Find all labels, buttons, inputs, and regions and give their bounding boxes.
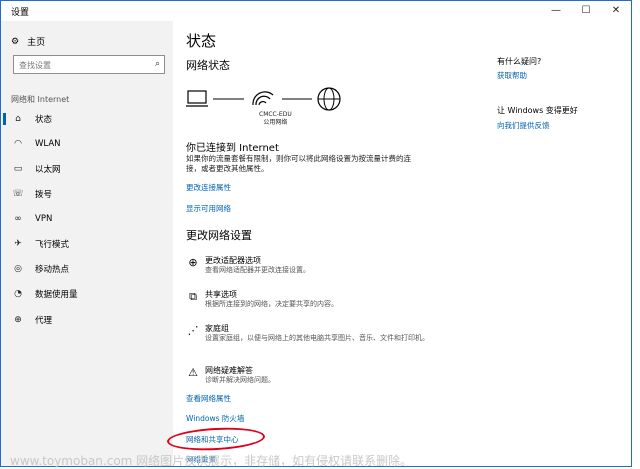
sidebar-item-label: 数据使用量 <box>35 290 78 300</box>
home-nav-item[interactable]: ⚙ 主页 <box>11 35 46 49</box>
sidebar-item-label: 飞行模式 <box>35 240 70 250</box>
give-feedback-link[interactable]: 向我们提供反馈 <box>497 120 550 131</box>
sidebar-item-airplane[interactable]: ✈ 飞行模式 <box>1 235 173 253</box>
sidebar-item-status[interactable]: ⌂ 状态 <box>1 110 173 128</box>
connection-status: 你已连接到 Internet <box>186 143 279 154</box>
close-button[interactable]: ✕ <box>601 1 631 21</box>
sidebar-item-hotspot[interactable]: ◎ 移动热点 <box>1 260 173 278</box>
option-title: 家庭组 <box>205 324 229 333</box>
window-title: 设置 <box>11 8 30 18</box>
help-question: 有什么疑问? <box>497 57 542 66</box>
option-desc: 根据所连接到的网络，决定要共享的内容。 <box>205 300 338 308</box>
main-content: 状态 网络状态 CMCC-EDU 公用网络 你已连接到 Internet 如果你… <box>173 21 631 466</box>
network-ssid: CMCC-EDU <box>259 111 292 118</box>
wifi-icon: ◠ <box>14 139 22 149</box>
sidebar-item-label: 以太网 <box>35 165 61 175</box>
minimize-button[interactable]: — <box>541 1 571 21</box>
proxy-icon: ⊕ <box>14 315 22 325</box>
gear-icon: ⚙ <box>11 36 20 47</box>
dialup-icon: ☏ <box>12 189 24 199</box>
sidebar-item-wlan[interactable]: ◠ WLAN <box>1 135 173 153</box>
watermark: www.toymoban.com 网络图片仅供展示，非存储，如有侵权请联系删除。 <box>10 454 413 468</box>
option-title: 更改适配器选项 <box>205 256 261 265</box>
sidebar-item-label: 代理 <box>35 316 53 326</box>
sidebar-item-label: 移动热点 <box>35 265 70 275</box>
computer-icon <box>186 90 208 107</box>
option-sharing[interactable]: ⧉ 共享选项 根据所连接到的网络，决定要共享的内容。 <box>186 289 476 321</box>
sidebar-item-dialup[interactable]: ☏ 拨号 <box>1 185 173 203</box>
sidebar-item-proxy[interactable]: ⊕ 代理 <box>1 311 173 329</box>
network-type: 公用网络 <box>263 119 288 126</box>
change-connection-properties-link[interactable]: 更改连接属性 <box>186 182 231 193</box>
page-title: 状态 <box>186 32 217 50</box>
sidebar-item-data-usage[interactable]: ◔ 数据使用量 <box>1 285 173 303</box>
option-desc: 设置家庭组，以便与网络上的其他电脑共享图片、音乐、文件和打印机。 <box>205 334 429 342</box>
network-name-block: CMCC-EDU 公用网络 <box>259 111 292 127</box>
airplane-icon: ✈ <box>14 239 22 249</box>
change-network-settings-heading: 更改网络设置 <box>186 229 252 242</box>
option-desc: 诊断并解决网络问题。 <box>205 376 275 384</box>
globe-icon <box>317 87 341 111</box>
improve-windows-heading: 让 Windows 变得更好 <box>497 106 578 115</box>
sidebar: ⚙ 主页 查找设置 ⌕ 网络和 Internet ⌂ 状态 ◠ WLAN ▭ 以… <box>1 21 173 466</box>
option-title: 网络疑难解答 <box>205 366 253 375</box>
sidebar-item-ethernet[interactable]: ▭ 以太网 <box>1 160 173 178</box>
view-network-properties-link[interactable]: 查看网络属性 <box>186 393 231 404</box>
search-input[interactable]: 查找设置 ⌕ <box>13 55 165 74</box>
status-icon: ⌂ <box>15 114 21 124</box>
get-help-link[interactable]: 获取帮助 <box>497 70 527 81</box>
sidebar-item-label: 状态 <box>35 115 53 125</box>
option-adapter[interactable]: ⊕ 更改适配器选项 查看网络适配器并更改连接设置。 <box>186 255 476 287</box>
option-homegroup[interactable]: ⋰ 家庭组 设置家庭组，以便与网络上的其他电脑共享图片、音乐、文件和打印机。 <box>186 323 476 355</box>
hotspot-icon: ◎ <box>14 264 22 274</box>
network-status-heading: 网络状态 <box>186 59 230 72</box>
settings-window: 设置 — ☐ ✕ ⚙ 主页 查找设置 ⌕ 网络和 Internet ⌂ 状态 ◠… <box>0 0 632 467</box>
vpn-icon: ∞ <box>14 214 22 224</box>
sidebar-item-vpn[interactable]: ∞ VPN <box>1 210 173 228</box>
warning-icon: ⚠ <box>188 366 198 379</box>
sidebar-item-label: WLAN <box>35 139 61 149</box>
maximize-button[interactable]: ☐ <box>571 1 601 21</box>
option-title: 共享选项 <box>205 290 237 299</box>
option-desc: 查看网络适配器并更改连接设置。 <box>205 266 310 274</box>
home-label: 主页 <box>27 38 46 48</box>
search-placeholder: 查找设置 <box>19 61 51 70</box>
adapter-icon: ⊕ <box>188 256 198 269</box>
sharing-icon: ⧉ <box>189 290 197 303</box>
homegroup-icon: ⋰ <box>187 324 199 337</box>
connection-description: 如果你的流量套餐有限制，则你可以将此网络设置为按流量计费的连接，或者更改其他属性… <box>186 154 411 173</box>
windows-firewall-link[interactable]: Windows 防火墙 <box>186 413 244 424</box>
wifi-signal-icon <box>252 91 274 106</box>
sidebar-item-label: 拨号 <box>35 190 53 200</box>
search-icon: ⌕ <box>154 59 160 69</box>
scrollbar[interactable] <box>631 151 632 211</box>
show-available-networks-link[interactable]: 显示可用网络 <box>186 203 231 214</box>
sidebar-section-title: 网络和 Internet <box>11 95 70 104</box>
title-bar: 设置 — ☐ ✕ <box>1 1 631 21</box>
sidebar-item-label: VPN <box>35 214 53 224</box>
data-usage-icon: ◔ <box>14 289 22 299</box>
ethernet-icon: ▭ <box>13 164 23 174</box>
